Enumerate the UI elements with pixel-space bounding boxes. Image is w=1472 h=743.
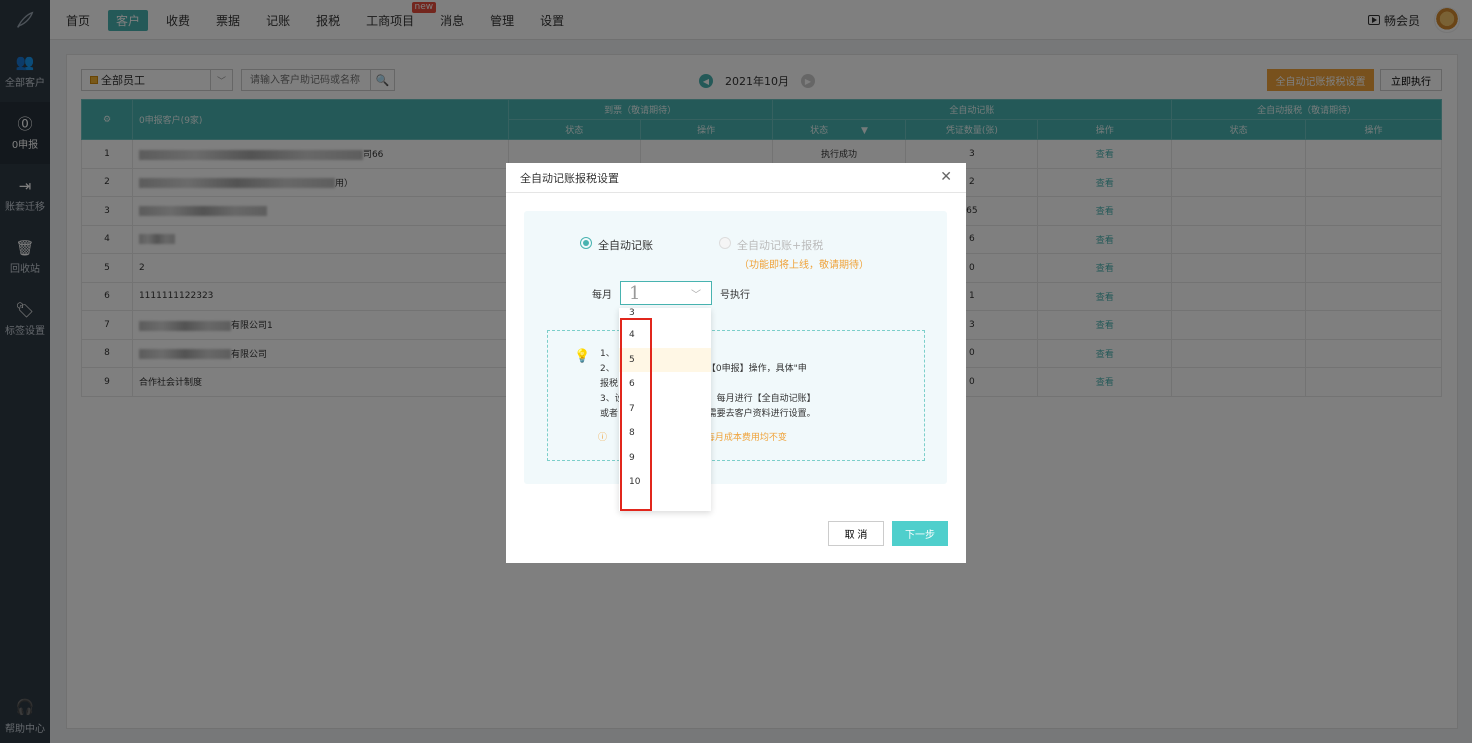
day-option[interactable]: 3 [619, 308, 711, 323]
day-option-highlighted[interactable]: 5 [619, 347, 711, 372]
day-option[interactable]: 6 [619, 372, 711, 397]
warning-text: 每月成本费用均不变 [705, 433, 787, 443]
radio-checked-icon [580, 237, 592, 249]
day-select[interactable]: 1 ﹀ [620, 281, 712, 305]
day-prefix: 每月 [592, 289, 612, 301]
close-icon[interactable]: ✕ [940, 169, 952, 185]
mode-radio-group: 全自动记账 全自动记账+报税 （功能即将上线，敬请期待） [580, 237, 869, 271]
coming-soon-note: （功能即将上线，敬请期待） [739, 260, 869, 271]
day-option[interactable]: 8 [619, 421, 711, 446]
day-option[interactable]: 10 [619, 470, 711, 495]
auto-settings-dialog: 全自动记账报税设置 ✕ 全自动记账 全自动记账+报税 （功能即将上线，敬请期待）… [506, 163, 966, 563]
info-circle-icon: ⓘ [598, 433, 608, 443]
day-option[interactable]: 9 [619, 446, 711, 471]
radio-auto-bookkeeping-label: 全自动记账 [598, 239, 653, 252]
day-dropdown-list: 3 4 5 6 7 8 9 10 [619, 308, 711, 511]
dialog-body: 全自动记账 全自动记账+报税 （功能即将上线，敬请期待） 每月 1 ﹀ 号执行 … [524, 211, 947, 484]
day-option[interactable]: 4 [619, 323, 711, 348]
radio-auto-bookkeeping-tax: 全自动记账+报税 （功能即将上线，敬请期待） [719, 237, 869, 271]
dialog-footer: 取 消 下一步 [828, 521, 948, 546]
dialog-title: 全自动记账报税设置 [506, 163, 966, 193]
chevron-down-icon: ﹀ [691, 289, 701, 301]
day-suffix: 号执行 [720, 289, 750, 301]
tips-box: 💡 1、 日期复制上月全部凭证。 2、 日期对"申报税表"执行【0申报】操作，具… [547, 330, 925, 461]
execution-day-row: 每月 1 ﹀ 号执行 [592, 281, 750, 305]
cancel-button[interactable]: 取 消 [828, 521, 884, 546]
day-select-value: 1 [629, 282, 641, 304]
day-option[interactable]: 7 [619, 397, 711, 422]
radio-auto-tax-label: 全自动记账+报税 [737, 239, 824, 252]
radio-disabled-icon [719, 237, 731, 249]
radio-auto-bookkeeping[interactable]: 全自动记账 [580, 237, 653, 271]
next-step-button[interactable]: 下一步 [892, 521, 948, 546]
lightbulb-icon: 💡 [574, 349, 591, 364]
